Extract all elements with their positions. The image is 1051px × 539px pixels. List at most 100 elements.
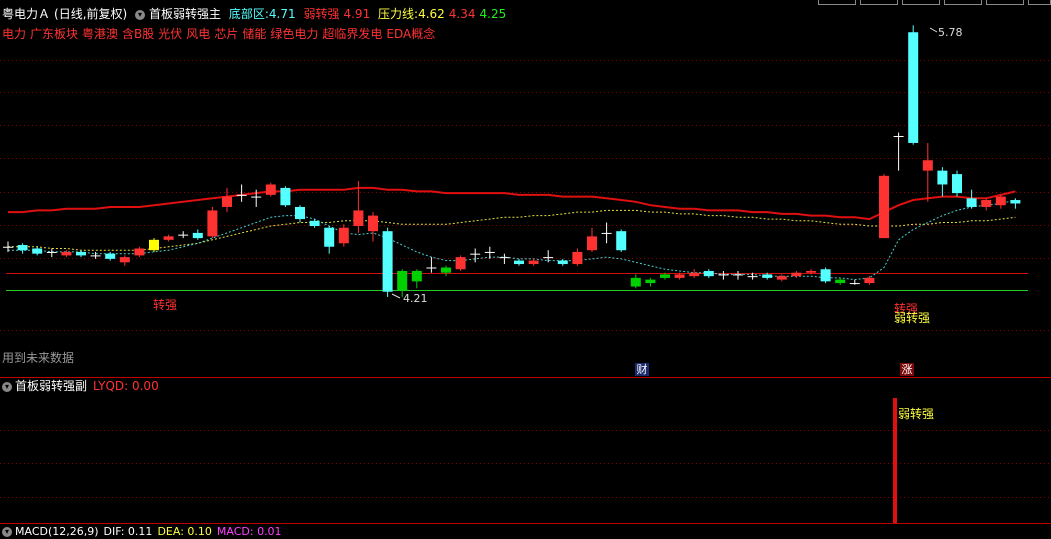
- candle[interactable]: [587, 227, 597, 252]
- candle[interactable]: [601, 222, 612, 244]
- concept-tag[interactable]: 粤港澳: [82, 27, 118, 41]
- candle[interactable]: [149, 238, 159, 252]
- concept-tag[interactable]: 芯片: [214, 27, 238, 41]
- candle-body: [119, 257, 130, 263]
- concept-tag[interactable]: 广东板块: [30, 27, 78, 41]
- candle[interactable]: [908, 25, 919, 145]
- candle[interactable]: [324, 225, 335, 254]
- candle[interactable]: [703, 269, 714, 278]
- candle[interactable]: [616, 229, 627, 252]
- tab-box[interactable]: [986, 0, 1024, 5]
- candle-body: [163, 236, 174, 240]
- candle[interactable]: [61, 250, 72, 258]
- tab-box[interactable]: [944, 0, 982, 5]
- candle[interactable]: [265, 182, 276, 197]
- limit-up-badge[interactable]: 涨: [900, 363, 914, 376]
- candle[interactable]: [368, 212, 378, 242]
- concept-tag[interactable]: 光伏: [158, 27, 182, 41]
- candle[interactable]: [411, 269, 422, 289]
- candle[interactable]: [849, 279, 860, 285]
- kline-chart[interactable]: 5.78 4.21 转强 转强 弱转强 弱转强: [0, 0, 1051, 533]
- candle[interactable]: [3, 241, 13, 252]
- stock-name[interactable]: 粤电力Ａ: [2, 7, 50, 21]
- macd-title[interactable]: MACD(12,26,9): [15, 525, 99, 538]
- candle[interactable]: [776, 274, 787, 282]
- candle[interactable]: [192, 229, 203, 240]
- candle-body: [922, 160, 933, 171]
- candle[interactable]: [76, 250, 86, 258]
- candle[interactable]: [981, 198, 992, 211]
- tab-box[interactable]: [902, 0, 940, 5]
- candle[interactable]: [470, 248, 481, 263]
- candle[interactable]: [791, 270, 802, 278]
- candle[interactable]: [236, 184, 247, 202]
- candle[interactable]: [820, 267, 831, 284]
- concept-tag[interactable]: 风电: [186, 27, 210, 41]
- candle[interactable]: [835, 277, 846, 285]
- candle-body: [776, 276, 787, 280]
- candle[interactable]: [689, 269, 700, 278]
- candle-body: [353, 210, 364, 226]
- candle[interactable]: [207, 206, 218, 239]
- concept-tag[interactable]: 绿色电力: [270, 27, 318, 41]
- concept-tag[interactable]: 电力: [2, 27, 26, 41]
- finance-badge[interactable]: 财: [635, 363, 649, 376]
- candle[interactable]: [382, 227, 393, 297]
- candle[interactable]: [879, 174, 889, 239]
- candle[interactable]: [733, 270, 743, 280]
- macd-menu-icon[interactable]: ▾: [2, 527, 12, 537]
- sub-indicator-name[interactable]: 首板弱转强副: [15, 379, 87, 393]
- sub-indicator-menu-icon[interactable]: ▾: [2, 381, 12, 392]
- tab-box[interactable]: [860, 0, 898, 5]
- concept-tag[interactable]: 储能: [242, 27, 266, 41]
- candle[interactable]: [864, 276, 875, 285]
- candle[interactable]: [295, 205, 305, 223]
- candle[interactable]: [514, 258, 524, 266]
- candle-body: [192, 232, 203, 239]
- candle-body: [587, 236, 597, 251]
- tab-box[interactable]: [818, 0, 856, 5]
- candle-body: [17, 245, 28, 251]
- candle[interactable]: [134, 246, 145, 258]
- sub-signal-label: 弱转强: [898, 406, 934, 421]
- period-label[interactable]: (日线,前复权): [54, 7, 127, 21]
- concept-tag[interactable]: EDA概念: [386, 27, 435, 41]
- candle[interactable]: [338, 224, 349, 247]
- candle[interactable]: [543, 250, 554, 263]
- candle[interactable]: [528, 258, 539, 266]
- candle[interactable]: [952, 170, 962, 197]
- pressure-value-1: 4.62: [418, 7, 445, 21]
- candle[interactable]: [893, 132, 904, 171]
- candle[interactable]: [119, 255, 130, 266]
- candle[interactable]: [222, 187, 232, 213]
- candle[interactable]: [163, 234, 174, 242]
- tab-box[interactable]: [1028, 0, 1051, 5]
- macd-panel-header: ▾ MACD(12,26,9) DIF: 0.11 DEA: 0.10 MACD: 0.…: [2, 525, 282, 539]
- pressure-value-3: 4.25: [479, 7, 507, 21]
- candle[interactable]: [995, 194, 1006, 209]
- candle[interactable]: [178, 231, 189, 239]
- candle[interactable]: [645, 277, 656, 287]
- candle[interactable]: [17, 243, 28, 254]
- candle[interactable]: [32, 246, 43, 256]
- candle[interactable]: [630, 274, 641, 289]
- indicator-name[interactable]: 首板弱转强主: [149, 7, 221, 21]
- candle[interactable]: [718, 270, 729, 280]
- candle-body: [543, 257, 554, 259]
- candle-body: [806, 270, 816, 273]
- candle[interactable]: [455, 255, 466, 271]
- candle[interactable]: [557, 258, 568, 266]
- candle-body: [470, 253, 481, 255]
- concept-tag[interactable]: 超临界发电: [322, 27, 382, 41]
- indicator-menu-icon[interactable]: ▾: [135, 9, 146, 20]
- concept-tag[interactable]: 含B股: [122, 27, 154, 41]
- signal-right-label: 弱转强: [894, 310, 930, 325]
- candle[interactable]: [426, 257, 437, 273]
- candle[interactable]: [46, 248, 57, 258]
- candle[interactable]: [441, 265, 451, 277]
- candle[interactable]: [572, 248, 583, 266]
- candle[interactable]: [1010, 198, 1021, 209]
- candle[interactable]: [937, 167, 948, 197]
- candle-body: [820, 269, 831, 282]
- candle[interactable]: [280, 186, 291, 207]
